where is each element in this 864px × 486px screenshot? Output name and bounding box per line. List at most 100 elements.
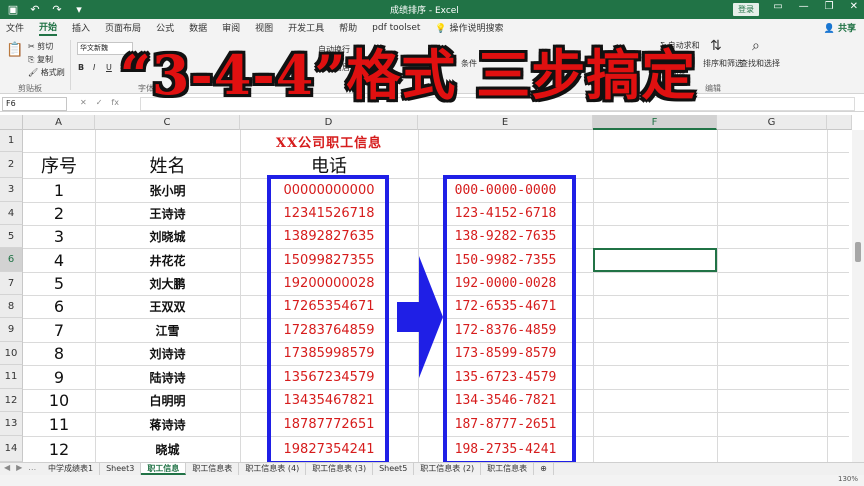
- sheet-tab[interactable]: 中学成绩表1: [42, 463, 101, 475]
- underline-button[interactable]: U: [106, 63, 112, 72]
- sheet-nav-arrows[interactable]: ◀▶…: [4, 463, 42, 472]
- cell-name[interactable]: 陆诗诗: [95, 365, 240, 389]
- cell-name[interactable]: 王诗诗: [95, 202, 240, 225]
- sheet-tab[interactable]: 职工信息表: [186, 463, 240, 475]
- row-header[interactable]: 1: [0, 130, 23, 152]
- sheet-tab[interactable]: Sheet3: [100, 463, 142, 475]
- cell-seq[interactable]: 1: [23, 178, 95, 202]
- cell-name[interactable]: 刘晓城: [95, 225, 240, 248]
- close-icon[interactable]: ✕: [850, 1, 858, 12]
- header-name[interactable]: 姓名: [95, 152, 240, 178]
- vertical-scrollbar[interactable]: [852, 130, 864, 462]
- overlay-title: “3-4-4”格式 三步搞定: [119, 42, 697, 107]
- cell-seq[interactable]: 8: [23, 342, 95, 365]
- cell-name[interactable]: 张小明: [95, 178, 240, 202]
- add-sheet-button[interactable]: ⊕: [534, 463, 554, 475]
- column-header-c[interactable]: C: [95, 115, 240, 130]
- row-header[interactable]: 12: [0, 389, 23, 412]
- cell-seq[interactable]: 6: [23, 295, 95, 318]
- minimize-icon[interactable]: —: [799, 1, 809, 12]
- cut-button[interactable]: ✂ 剪切: [28, 41, 53, 52]
- format-painter-label: 格式刷: [40, 68, 65, 77]
- column-header-extra[interactable]: [827, 115, 852, 130]
- fx-icon[interactable]: fx: [111, 98, 119, 107]
- column-header-d[interactable]: D: [240, 115, 418, 130]
- row-header[interactable]: 14: [0, 436, 23, 462]
- cell-name[interactable]: 蒋诗诗: [95, 412, 240, 436]
- cell-name[interactable]: 刘诗诗: [95, 342, 240, 365]
- copy-button[interactable]: ⎘ 复制: [28, 54, 53, 65]
- row-header[interactable]: 11: [0, 365, 23, 389]
- name-box[interactable]: F6: [2, 97, 67, 111]
- cell-seq[interactable]: 2: [23, 202, 95, 225]
- cell-seq[interactable]: 9: [23, 365, 95, 389]
- cell-seq[interactable]: 10: [23, 389, 95, 412]
- paste-icon[interactable]: 📋: [6, 42, 23, 58]
- column-header-g[interactable]: G: [717, 115, 827, 130]
- company-title[interactable]: XX公司职工信息: [240, 130, 418, 152]
- cell-seq[interactable]: 5: [23, 272, 95, 295]
- sort-filter-button[interactable]: 排序和筛选: [703, 58, 743, 69]
- cell-seq[interactable]: 12: [23, 436, 95, 462]
- redo-icon[interactable]: ↷: [50, 3, 64, 17]
- cell-name[interactable]: 江雪: [95, 318, 240, 342]
- cell-seq[interactable]: 3: [23, 225, 95, 248]
- undo-icon[interactable]: ↶: [28, 3, 42, 17]
- row-header[interactable]: 9: [0, 318, 23, 342]
- sheet-tab[interactable]: 职工信息表 (4): [239, 463, 307, 475]
- sheet-tab[interactable]: 职工信息表: [481, 463, 535, 475]
- active-cell-f6[interactable]: [593, 248, 717, 272]
- cell-seq[interactable]: 11: [23, 412, 95, 436]
- format-painter-button[interactable]: 🖌 格式刷: [28, 67, 65, 78]
- find-select-button[interactable]: 查找和选择: [740, 58, 780, 69]
- cell-seq[interactable]: 7: [23, 318, 95, 342]
- row-header[interactable]: 6: [0, 248, 23, 272]
- row-header[interactable]: 13: [0, 412, 23, 436]
- tab-insert[interactable]: 插入: [72, 21, 90, 34]
- sheet-tab[interactable]: Sheet5: [373, 463, 415, 475]
- cell-name[interactable]: 白明明: [95, 389, 240, 412]
- copy-icon: ⎘: [28, 55, 37, 64]
- share-button[interactable]: 👤 共享: [824, 21, 856, 34]
- scroll-thumb[interactable]: [855, 242, 861, 262]
- column-header-f[interactable]: F: [593, 115, 717, 130]
- sort-filter-icon[interactable]: ⇅: [710, 38, 722, 54]
- row-header[interactable]: 10: [0, 342, 23, 365]
- column-header-a[interactable]: A: [23, 115, 95, 130]
- sheet-tab[interactable]: 职工信息表 (3): [306, 463, 374, 475]
- formatted-phone-highlight: [443, 175, 576, 465]
- row-header[interactable]: 3: [0, 178, 23, 202]
- row-header[interactable]: 2: [0, 152, 23, 178]
- customize-icon[interactable]: ▾: [72, 3, 86, 17]
- restore-icon[interactable]: ❐: [825, 1, 834, 12]
- enter-icon[interactable]: ✓: [96, 98, 103, 107]
- cell-name[interactable]: 王双双: [95, 295, 240, 318]
- cell-seq[interactable]: 4: [23, 248, 95, 272]
- share-label: 共享: [837, 24, 856, 34]
- row-header[interactable]: 5: [0, 225, 23, 248]
- header-seq[interactable]: 序号: [23, 152, 95, 178]
- cancel-icon[interactable]: ✕: [80, 98, 87, 107]
- row-header[interactable]: 7: [0, 272, 23, 295]
- brush-icon: 🖌: [28, 68, 41, 77]
- ribbon-options-icon[interactable]: ▭: [773, 1, 782, 12]
- find-icon[interactable]: ⌕: [752, 38, 760, 54]
- sheet-tab-active[interactable]: 职工信息: [141, 463, 187, 475]
- cell-name[interactable]: 晓城: [95, 436, 240, 462]
- sheet-tab-bar: ◀▶… 中学成绩表1 Sheet3 职工信息 职工信息表 职工信息表 (4) 职…: [0, 462, 864, 475]
- select-all-corner[interactable]: [0, 115, 23, 130]
- login-button[interactable]: 登录: [733, 3, 759, 16]
- row-header[interactable]: 4: [0, 202, 23, 225]
- italic-button[interactable]: I: [93, 63, 95, 72]
- cell-name[interactable]: 井花花: [95, 248, 240, 272]
- quick-access-toolbar: ▣ ↶ ↷ ▾: [6, 2, 86, 17]
- cell-name[interactable]: 刘大鹏: [95, 272, 240, 295]
- zoom-level[interactable]: 130%: [838, 475, 858, 483]
- save-icon[interactable]: ▣: [6, 3, 20, 17]
- tab-file[interactable]: 文件: [6, 21, 24, 34]
- sheet-tab[interactable]: 职工信息表 (2): [414, 463, 482, 475]
- row-header[interactable]: 8: [0, 295, 23, 318]
- tab-home[interactable]: 开始: [39, 20, 58, 36]
- column-header-e[interactable]: E: [418, 115, 593, 130]
- bold-button[interactable]: B: [78, 63, 84, 72]
